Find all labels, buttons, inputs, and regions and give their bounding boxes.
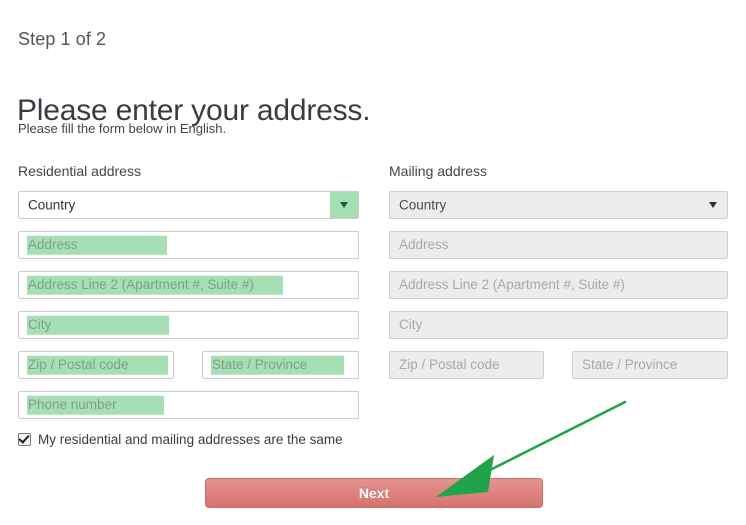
address-form-page: Step 1 of 2 Please enter your address. P… xyxy=(0,0,746,525)
residential-address2-input[interactable]: Address Line 2 (Apartment #, Suite #) xyxy=(18,271,359,299)
mailing-zip-placeholder: Zip / Postal code xyxy=(399,356,500,372)
mailing-address2-input[interactable]: Address Line 2 (Apartment #, Suite #) xyxy=(389,271,728,299)
mailing-address-placeholder: Address xyxy=(399,236,449,252)
step-indicator: Step 1 of 2 xyxy=(18,29,107,49)
residential-phone-placeholder: Phone number xyxy=(27,395,164,415)
mailing-address-input[interactable]: Address xyxy=(389,231,728,259)
mailing-city-placeholder: City xyxy=(399,316,423,332)
chevron-down-icon[interactable] xyxy=(699,192,727,218)
residential-phone-input[interactable]: Phone number xyxy=(18,391,359,419)
residential-state-placeholder: State / Province xyxy=(211,355,344,375)
residential-state-input[interactable]: State / Province xyxy=(202,351,359,379)
page-subtitle: Please fill the form below in English. xyxy=(18,121,227,136)
residential-country-value: Country xyxy=(28,197,76,213)
mailing-address-heading: Mailing address xyxy=(389,163,488,179)
chevron-down-icon[interactable] xyxy=(330,192,358,218)
residential-country-select[interactable]: Country xyxy=(18,191,359,219)
mailing-state-input[interactable]: State / Province xyxy=(572,351,728,379)
next-button[interactable]: Next xyxy=(205,478,543,508)
mailing-country-value: Country xyxy=(399,197,447,213)
same-address-label: My residential and mailing addresses are… xyxy=(38,432,343,447)
mailing-state-placeholder: State / Province xyxy=(582,356,678,372)
residential-address-heading: Residential address xyxy=(18,163,141,179)
same-address-row[interactable]: My residential and mailing addresses are… xyxy=(18,432,343,447)
mailing-zip-input[interactable]: Zip / Postal code xyxy=(389,351,544,379)
same-address-checkbox[interactable] xyxy=(18,432,31,446)
residential-address-placeholder: Address xyxy=(27,235,167,255)
residential-city-placeholder: City xyxy=(27,315,169,335)
residential-zip-placeholder: Zip / Postal code xyxy=(27,355,168,375)
mailing-country-select[interactable]: Country xyxy=(389,191,728,219)
residential-address-input[interactable]: Address xyxy=(18,231,359,259)
residential-city-input[interactable]: City xyxy=(18,311,359,339)
next-button-label: Next xyxy=(358,485,390,501)
residential-zip-input[interactable]: Zip / Postal code xyxy=(18,351,174,379)
mailing-city-input[interactable]: City xyxy=(389,311,728,339)
mailing-address2-placeholder: Address Line 2 (Apartment #, Suite #) xyxy=(399,276,625,292)
residential-address2-placeholder: Address Line 2 (Apartment #, Suite #) xyxy=(27,275,283,295)
checkmark-icon xyxy=(18,432,30,444)
